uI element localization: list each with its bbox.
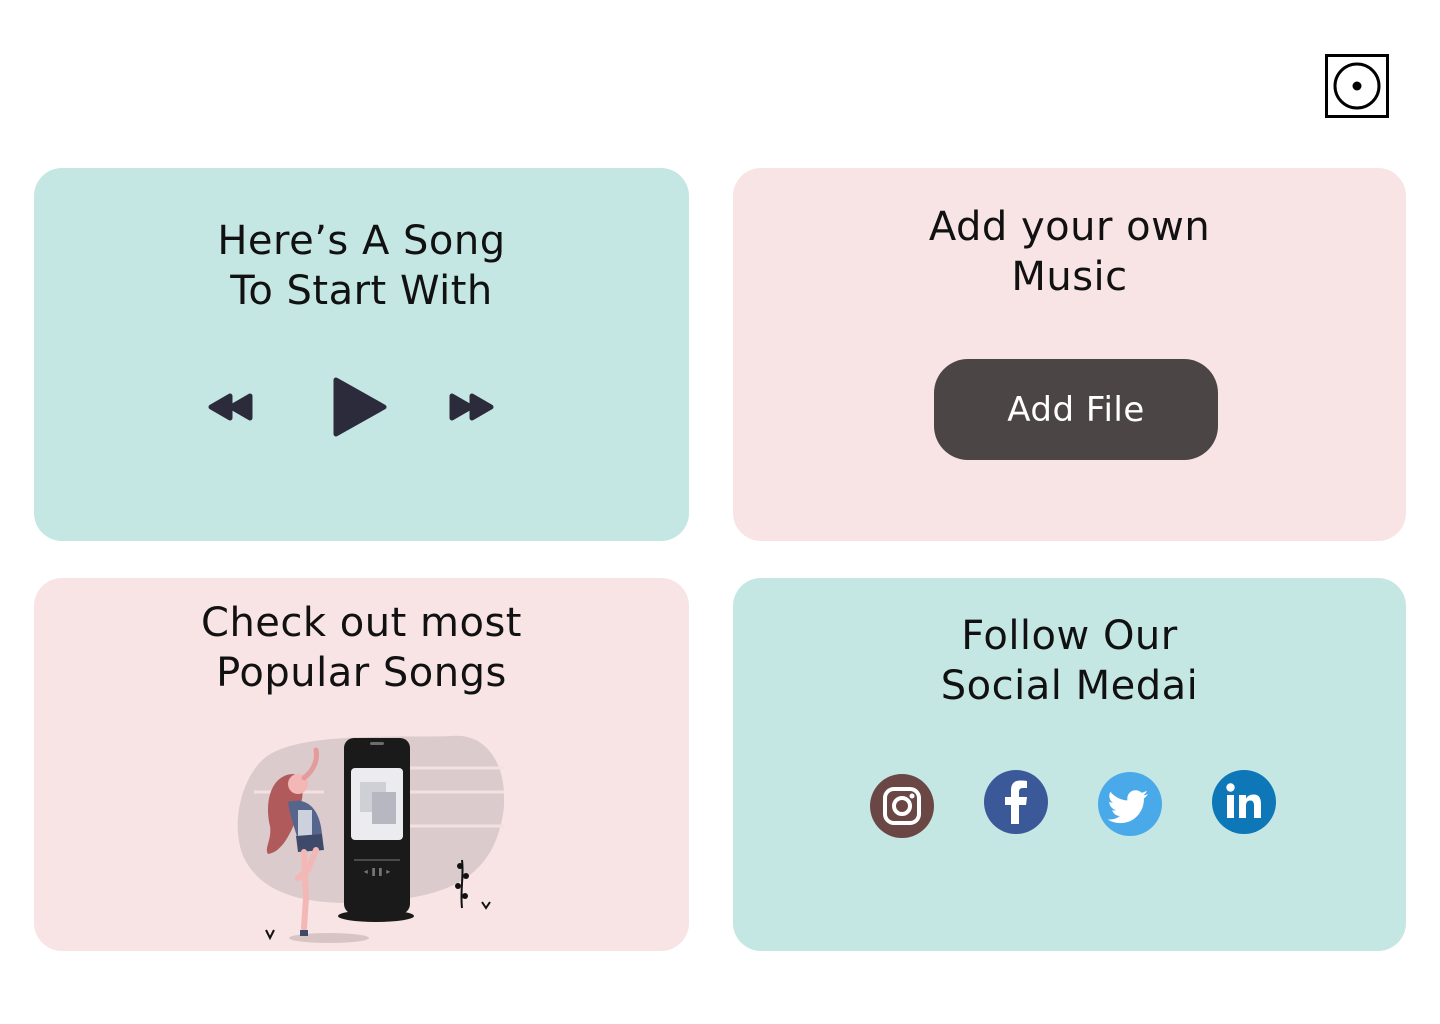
playback-controls [34,370,689,442]
add-file-button[interactable]: Add File [934,359,1218,460]
illustration-flower [481,901,491,910]
illustration-sprout [265,929,275,941]
song-card-title-line1: Here’s A Song [217,218,506,264]
illustration-girl-shoe [300,930,308,936]
rewind-icon[interactable] [206,392,254,422]
linkedin-icon[interactable] [1212,770,1276,834]
twitter-icon[interactable] [1098,772,1162,836]
song-card-title: Here’s A Song To Start With [34,216,689,316]
page: Here’s A Song To Start With Add your own… [0,0,1440,1024]
music-disc-icon[interactable] [1325,54,1389,118]
illustration-girl-shorts [296,834,324,852]
illustration-player-buttons: ◂ ❚❚ ▸ [364,867,391,876]
facebook-icon[interactable] [984,770,1048,834]
popular-songs-title-line2: Popular Songs [216,650,507,696]
illustration-phone-speaker [370,742,384,745]
add-music-title: Add your own Music [733,202,1406,302]
add-music-card: Add your own Music Add File [733,168,1406,541]
fast-forward-icon[interactable] [448,392,496,422]
popular-songs-title-line1: Check out most [201,600,522,646]
popular-songs-card[interactable]: Check out most Popular Songs ◂ ❚❚ ▸ [34,578,689,951]
illustration-girl-leg-front [301,849,310,931]
illustration-album-front [372,792,396,824]
social-media-title-line1: Follow Our [961,613,1178,659]
add-music-title-line1: Add your own [928,204,1211,250]
social-media-card: Follow Our Social Medai [733,578,1406,951]
play-icon[interactable] [328,374,390,440]
social-links [733,770,1406,838]
add-music-title-line2: Music [1011,254,1128,300]
social-media-title: Follow Our Social Medai [733,611,1406,711]
song-card-title-line2: To Start With [230,268,493,314]
popular-songs-title: Check out most Popular Songs [34,598,689,698]
social-media-title-line2: Social Medai [940,663,1199,709]
music-illustration: ◂ ❚❚ ▸ [237,735,504,943]
song-player-card: Here’s A Song To Start With [34,168,689,541]
instagram-icon[interactable] [870,774,934,838]
